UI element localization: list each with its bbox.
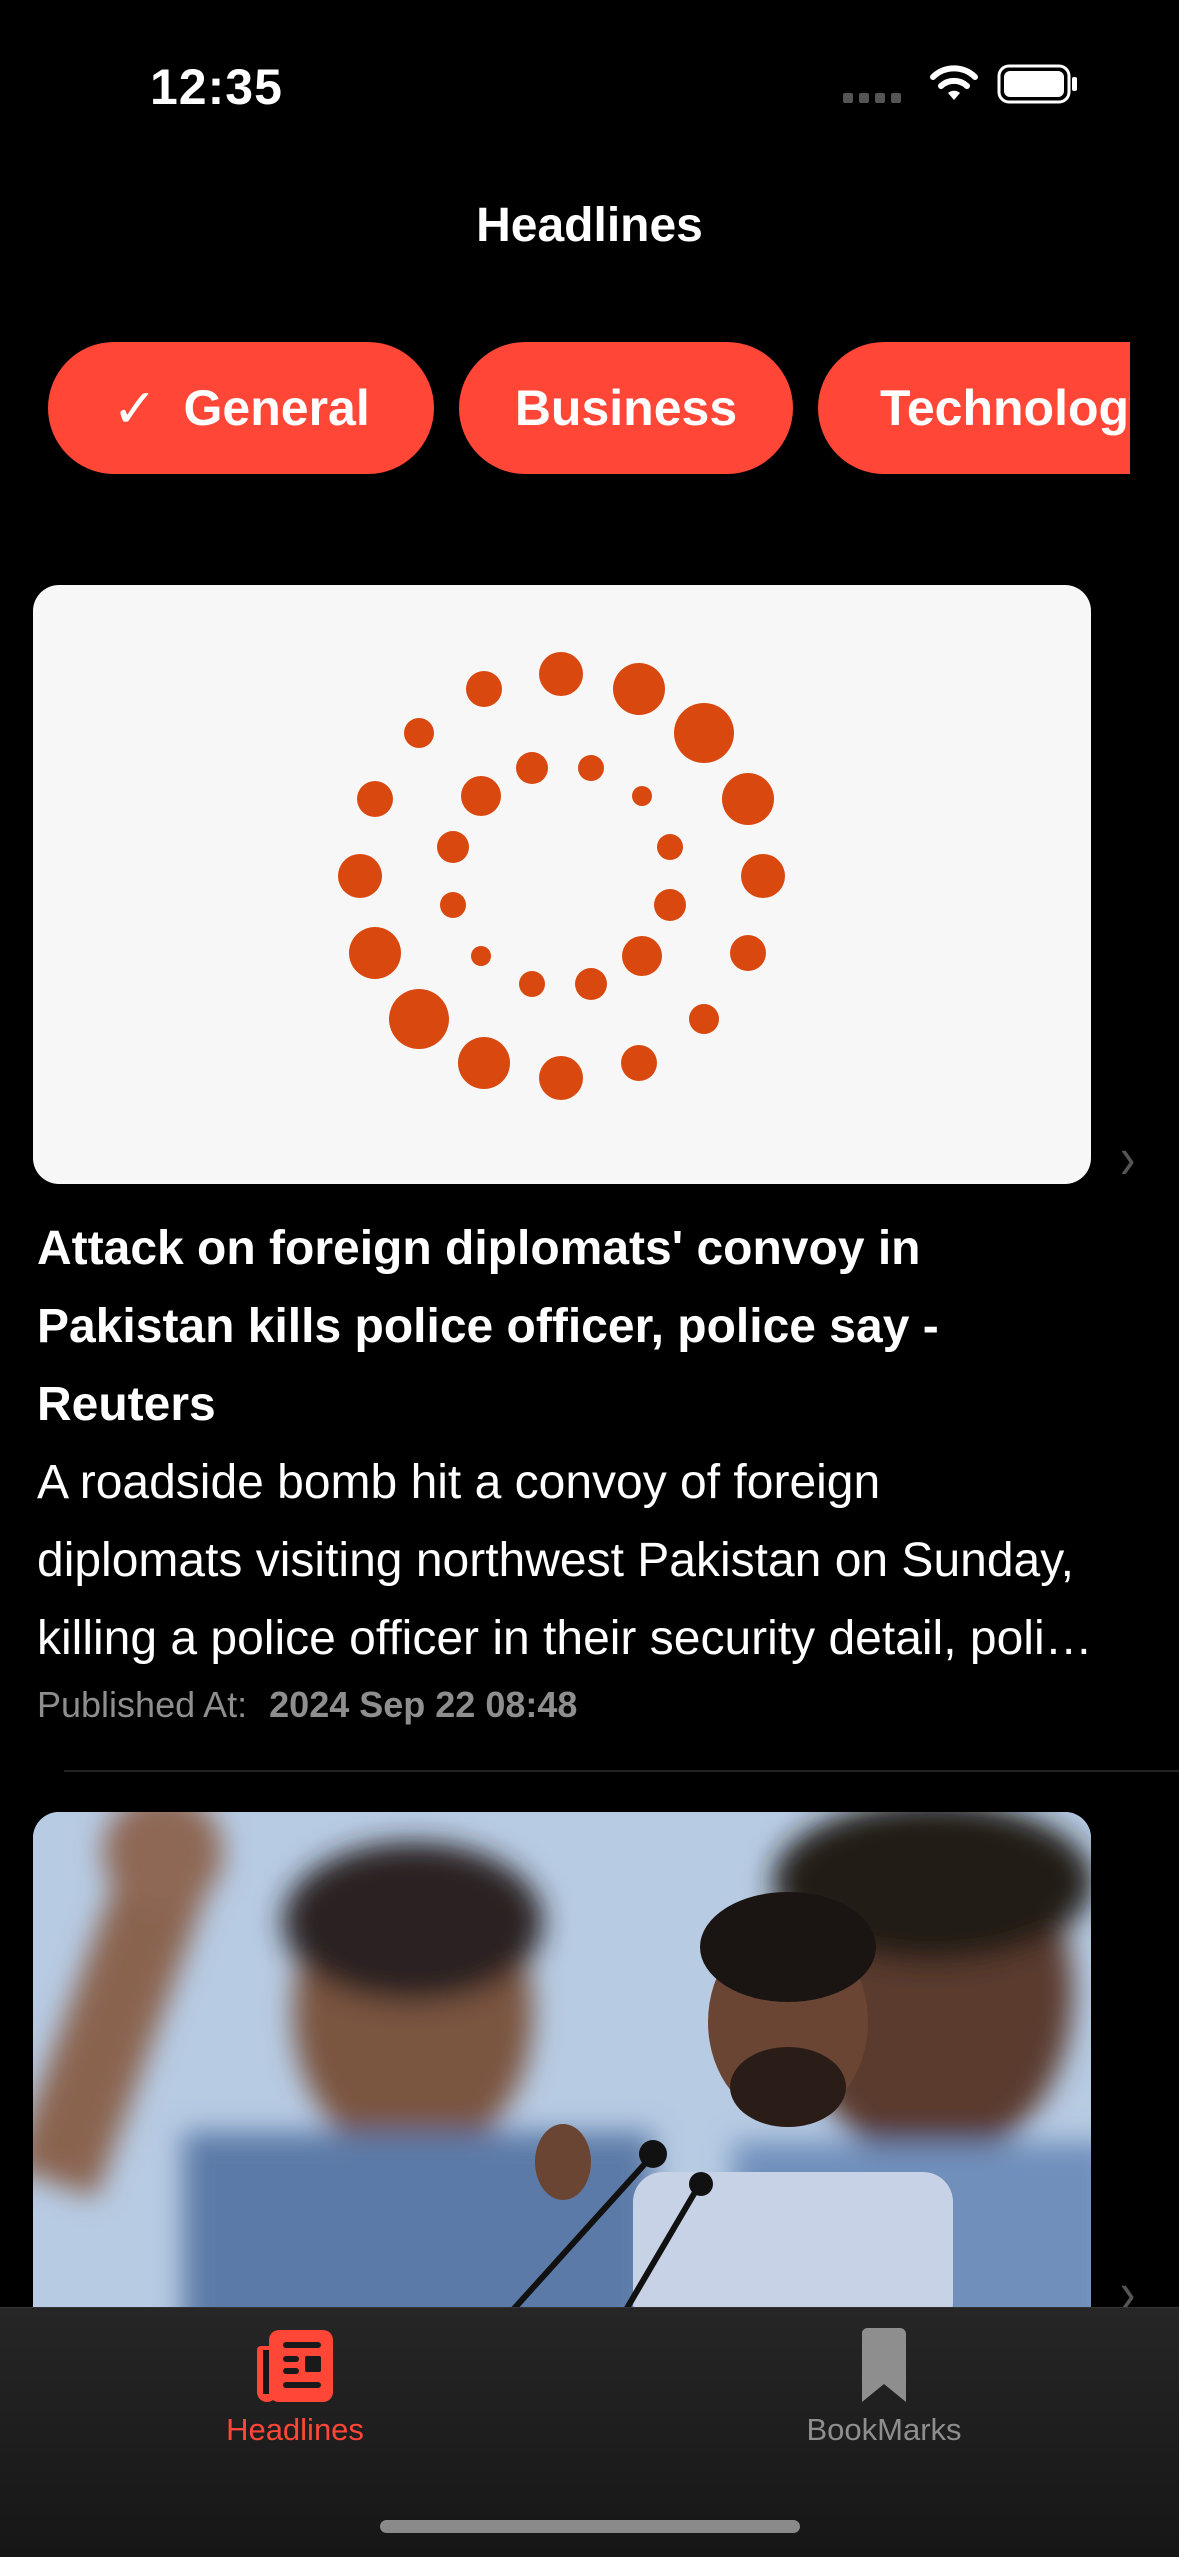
tab-bookmarks[interactable]: BookMarks (734, 2328, 1034, 2448)
published-info: Published At: 2024 Sep 22 08:48 (37, 1684, 577, 1726)
published-label: Published At: (37, 1684, 248, 1725)
cellular-signal-icon (843, 93, 901, 103)
tab-headlines[interactable]: Headlines (145, 2328, 445, 2448)
home-indicator[interactable] (380, 2520, 800, 2533)
divider (64, 1770, 1179, 1772)
checkmark-icon: ✓ (112, 378, 158, 439)
chevron-right-icon[interactable]: › (1120, 1122, 1135, 1192)
article-description: A roadside bomb hit a convoy of foreign … (37, 1456, 1096, 1665)
article-image[interactable] (33, 1812, 1091, 2332)
article-image[interactable] (33, 585, 1091, 1184)
bookmark-icon (862, 2328, 906, 2402)
battery-icon (997, 64, 1077, 104)
tab-label: Headlines (226, 2412, 364, 2447)
page-title: Headlines (476, 199, 703, 252)
chip-general[interactable]: ✓ General (48, 342, 434, 474)
newspaper-icon (257, 2330, 333, 2402)
status-icons (843, 64, 1079, 104)
politician-speaking-photo (33, 1812, 1091, 2332)
reuters-logo-icon (338, 652, 785, 1100)
chip-technology[interactable]: Technology (818, 342, 1130, 474)
published-date: 2024 Sep 22 08:48 (269, 1684, 578, 1725)
chip-label: General (183, 380, 370, 436)
tab-label: BookMarks (806, 2412, 962, 2447)
status-time: 12:35 (150, 59, 283, 115)
wifi-icon (930, 65, 978, 100)
category-chips: ✓ General Business Technology (0, 342, 1130, 474)
chip-business[interactable]: Business (459, 342, 793, 474)
article-title[interactable]: Attack on foreign diplomats' convoy in P… (37, 1210, 1077, 1444)
chip-label: Business (514, 380, 738, 436)
chip-label: Technology (880, 380, 1130, 436)
